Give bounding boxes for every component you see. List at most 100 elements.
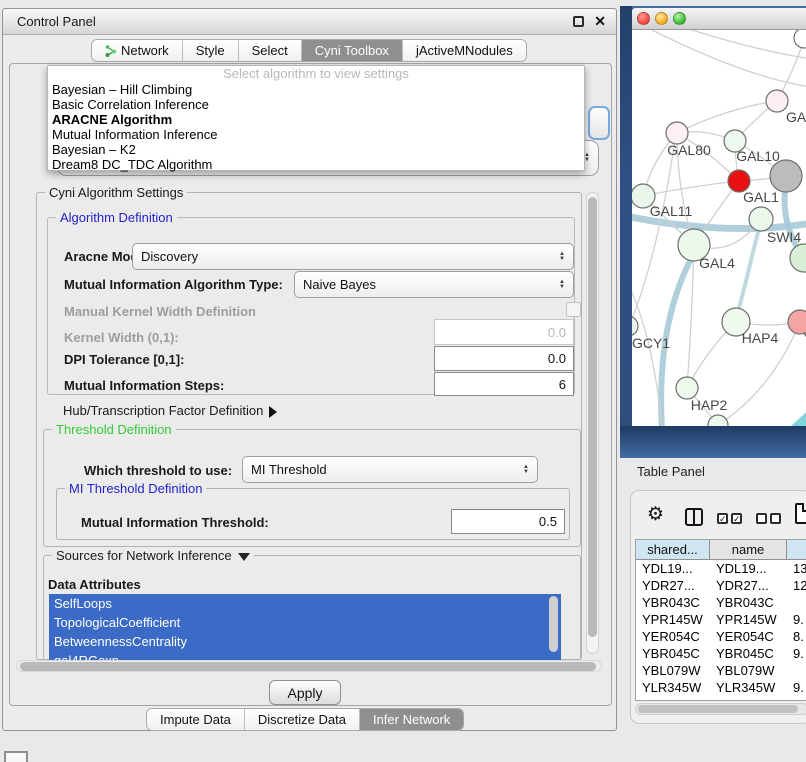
attribute-item-betweennesscentrality[interactable]: BetweennessCentrality <box>49 632 561 651</box>
table-horizontal-scrollbar[interactable] <box>635 703 806 715</box>
gear-icon[interactable]: ⚙ <box>647 503 664 526</box>
float-panel-icon[interactable] <box>573 16 584 27</box>
deselect-all-icon[interactable] <box>756 513 781 524</box>
attribute-item-gal4rgexp[interactable]: gal4RGexp <box>49 651 561 660</box>
cell-7-1: YLR345W <box>710 679 787 696</box>
tab-infer-network[interactable]: Infer Network <box>359 709 463 730</box>
select-all-icon[interactable]: ✓✓ <box>717 513 742 524</box>
table-row-1[interactable]: YDR27...YDR27...12 <box>636 577 806 594</box>
tab-label-infer-network: Infer Network <box>373 712 450 727</box>
cell-1-0: YDR27... <box>636 577 710 594</box>
node-0[interactable] <box>794 30 806 48</box>
cyni-algorithm-settings-group: Cyni Algorithm Settings Algorithm Defini… <box>36 192 582 660</box>
panel-title: Control Panel <box>17 14 96 29</box>
which-threshold-combo[interactable]: MI Threshold ▲▼ <box>242 456 538 483</box>
attribute-item-topologicalcoefficient[interactable]: TopologicalCoefficient <box>49 613 561 632</box>
algorithm-option-bayesian-k2[interactable]: Bayesian – K2 <box>48 142 584 157</box>
attribute-item-selfloops[interactable]: SelfLoops <box>49 594 561 613</box>
settings-vertical-scrollbar-thumb[interactable] <box>588 197 597 637</box>
column-header-2[interactable] <box>787 540 806 560</box>
cell-7-2: 9. <box>787 679 806 696</box>
node-5[interactable] <box>770 160 802 192</box>
tab-discretize-data[interactable]: Discretize Data <box>244 709 359 730</box>
control-panel-window: Control Panel ✕ NetworkStyleSelectCyni T… <box>2 8 617 731</box>
algorithm-option-bayesian-hill-climbing[interactable]: Bayesian – Hill Climbing <box>48 82 584 97</box>
table-row-6[interactable]: YBL079WYBL079W <box>636 662 806 679</box>
node-gcy1[interactable] <box>632 316 638 336</box>
manual-kernel-checkbox[interactable] <box>566 302 581 317</box>
control-panel-titlebar: Control Panel ✕ <box>3 9 616 35</box>
cell-2-2 <box>787 594 806 611</box>
apply-button[interactable]: Apply <box>269 680 341 705</box>
settings-horizontal-scrollbar[interactable] <box>16 660 602 672</box>
cell-4-2: 8. <box>787 628 806 645</box>
table-row-0[interactable]: YDL19...YDL19...13 <box>636 560 806 577</box>
algorithm-option-aracne-algorithm[interactable]: ARACNE Algorithm <box>48 112 584 127</box>
node-gal80[interactable] <box>666 122 688 144</box>
column-header-0[interactable]: shared... <box>636 540 710 560</box>
tab-select[interactable]: Select <box>238 40 301 61</box>
node-8[interactable] <box>790 244 806 272</box>
algorithm-option-basic-correlation-inference[interactable]: Basic Correlation Inference <box>48 97 584 112</box>
table-row-4[interactable]: YER054CYER054C8. <box>636 628 806 645</box>
cell-1-1: YDR27... <box>710 577 787 594</box>
bottom-tab-bar: Impute DataDiscretize Data Infer Network <box>146 708 464 731</box>
sources-legend-toggle[interactable]: Sources for Network Inference <box>52 548 254 563</box>
tab-jactivemnodules[interactable]: jActiveMNodules <box>402 40 526 61</box>
cell-7-0: YLR345W <box>636 679 710 696</box>
table-row-7[interactable]: YLR345WYLR345W9. <box>636 679 806 696</box>
cell-8-1: YIL052C <box>710 696 787 701</box>
minimized-panel-icon[interactable] <box>4 751 28 762</box>
table-panel: ⚙ ✓✓ shared...name YDL19...YDL19...13YDR… <box>630 490 806 724</box>
dpi-tolerance-field[interactable]: 0.0 <box>434 346 574 371</box>
close-icon[interactable]: ✕ <box>594 13 606 30</box>
mi-threshold-label: Mutual Information Threshold: <box>81 515 269 530</box>
mi-steps-label: Mutual Information Steps: <box>64 378 224 393</box>
settings-group-title: Cyni Algorithm Settings <box>45 185 187 200</box>
mi-type-combo[interactable]: Naive Bayes ▲▼ <box>294 271 574 298</box>
network-window-titlebar <box>632 8 806 30</box>
node-swi4[interactable] <box>749 207 773 231</box>
stepper-icon: ▲▼ <box>517 465 529 475</box>
tab-label-jactivemnodules: jActiveMNodules <box>416 43 513 58</box>
tab-cyni-toolbox[interactable]: Cyni Toolbox <box>301 40 402 61</box>
zoom-window-icon[interactable] <box>673 12 686 25</box>
column-header-1[interactable]: name <box>710 540 787 560</box>
table-row-8[interactable]: YIL052CYIL052C9 <box>636 696 806 701</box>
cell-0-1: YDL19... <box>710 560 787 577</box>
cell-8-2: 9 <box>787 696 806 701</box>
node-gal[interactable] <box>766 90 788 112</box>
table-horizontal-scrollbar-thumb[interactable] <box>638 705 798 713</box>
settings-vertical-scrollbar[interactable] <box>586 192 599 654</box>
mi-threshold-field[interactable]: 0.5 <box>451 509 565 534</box>
tab-impute-data[interactable]: Impute Data <box>147 709 244 730</box>
new-table-icon[interactable] <box>795 503 806 524</box>
table-row-5[interactable]: YBR045CYBR045C9. <box>636 645 806 662</box>
threshold-definition-group: Threshold Definition Which threshold to … <box>43 429 581 547</box>
columns-icon[interactable] <box>685 508 703 526</box>
settings-horizontal-scrollbar-thumb[interactable] <box>20 662 596 671</box>
algorithm-definition-legend: Algorithm Definition <box>56 210 177 225</box>
node-hap2[interactable] <box>676 377 698 399</box>
tab-network[interactable]: Network <box>92 40 182 61</box>
node-label-hap2: HAP2 <box>691 397 728 413</box>
network-canvas[interactable]: GALGAL80GAL10GAL1GAL11SWI4GAL4GCY1HAP4YH… <box>632 30 806 426</box>
algorithm-option-dream8-dc-tdc-algorithm[interactable]: Dream8 DC_TDC Algorithm <box>48 157 584 172</box>
tab-style[interactable]: Style <box>182 40 238 61</box>
kernel-width-field[interactable]: 0.0 <box>434 319 574 345</box>
cell-3-2: 9. <box>787 611 806 628</box>
minimize-window-icon[interactable] <box>655 12 668 25</box>
table-row-2[interactable]: YBR043CYBR043C <box>636 594 806 611</box>
hub-section-toggle[interactable]: Hub/Transcription Factor Definition <box>63 403 277 418</box>
aracne-mode-value: Discovery <box>141 249 198 264</box>
apply-button-label: Apply <box>287 685 322 701</box>
cell-6-0: YBL079W <box>636 662 710 679</box>
close-window-icon[interactable] <box>637 12 650 25</box>
mi-steps-field[interactable]: 6 <box>434 372 574 396</box>
aracne-mode-combo[interactable]: Discovery ▲▼ <box>132 243 574 270</box>
algorithm-option-mutual-information-inference[interactable]: Mutual Information Inference <box>48 127 584 142</box>
node-table: shared...name YDL19...YDL19...13YDR27...… <box>635 539 806 701</box>
list-scrollbar-thumb[interactable] <box>549 596 558 652</box>
dpi-tolerance-value: 0.0 <box>548 351 566 366</box>
table-row-3[interactable]: YPR145WYPR145W9. <box>636 611 806 628</box>
